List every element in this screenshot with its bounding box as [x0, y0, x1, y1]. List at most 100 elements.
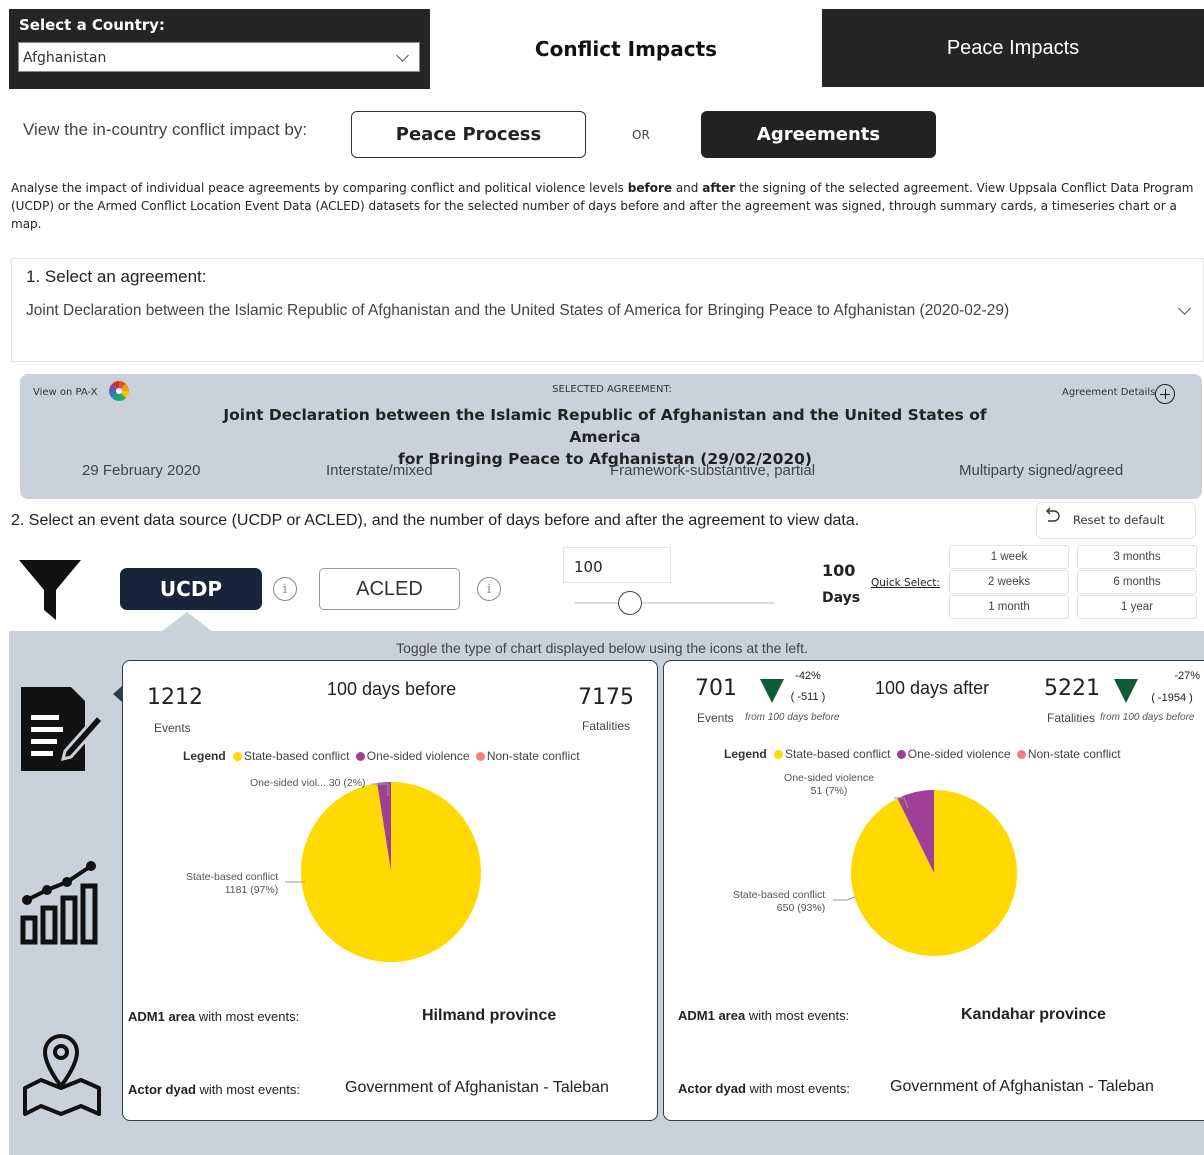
state-dot — [774, 749, 784, 759]
quick-select-label: Quick Select: — [871, 577, 940, 589]
expand-plus-icon[interactable] — [1155, 384, 1175, 404]
peace-process-button[interactable]: Peace Process — [351, 111, 586, 158]
intro-before: before — [627, 181, 673, 195]
agreements-button[interactable]: Agreements — [701, 111, 936, 158]
before-adm1-label: ADM1 area with most events: — [128, 1009, 299, 1024]
undo-icon[interactable] — [1042, 507, 1062, 525]
selected-agreement-title: Joint Declaration between the Islamic Re… — [190, 404, 1020, 470]
chevron-down-icon — [396, 49, 409, 62]
after-events-pct: -42% — [795, 670, 821, 682]
after-onesided-label: One-sided violence 51 (7%) — [770, 772, 888, 798]
intro-and: and — [672, 181, 703, 195]
country-dropdown[interactable]: Afghanistan — [18, 42, 420, 72]
quick-select-3-months[interactable]: 3 months — [1077, 545, 1197, 569]
after-adm1-value: Kandahar province — [961, 1006, 1106, 1023]
ucdp-button[interactable]: UCDP — [120, 568, 262, 610]
quick-select-1-week[interactable]: 1 week — [949, 545, 1069, 569]
view-on-pax-link[interactable]: View on PA-X — [33, 387, 98, 398]
pax-logo-icon[interactable] — [108, 380, 130, 402]
fatalities-decrease-icon — [1114, 679, 1138, 703]
after-fatalities-label: Fatalities — [1047, 711, 1096, 725]
onesided-dot — [896, 749, 906, 759]
adm1-bold: ADM1 area — [128, 1009, 196, 1024]
dyad-bold: Actor dyad — [128, 1082, 196, 1097]
acled-info-icon[interactable]: i — [477, 577, 501, 601]
after-onesided-label-2: 51 (7%) — [810, 785, 848, 797]
after-fatalities-from: from 100 days before — [1100, 712, 1195, 723]
quick-select-1-month[interactable]: 1 month — [949, 595, 1069, 619]
legend-nonstate: Non-state conflict — [486, 749, 580, 763]
legend-title: Legend — [724, 747, 767, 761]
title-line-1: Joint Declaration between the Islamic Re… — [223, 406, 987, 446]
after-state-label-2: 650 (93%) — [776, 902, 826, 914]
legend-title: Legend — [183, 749, 226, 763]
before-onesided-label: One-sided viol... 30 (2%) — [250, 777, 366, 789]
legend-onesided: One-sided violence — [907, 747, 1011, 761]
selected-agreement-label: SELECTED AGREEMENT: — [552, 384, 672, 395]
after-events-diff: ( -511 ) — [790, 691, 826, 703]
title-line-2: for Bringing Peace to Afghanistan (29/02… — [397, 450, 813, 468]
tab-peace-impacts[interactable]: Peace Impacts — [822, 9, 1204, 87]
after-slice-state-based-conflict[interactable] — [851, 790, 1017, 956]
quick-select-6-months[interactable]: 6 months — [1077, 570, 1197, 594]
after-onesided-leader — [894, 797, 909, 809]
days-input[interactable]: 100 — [563, 547, 671, 583]
after-fatalities-pct: -27% — [1174, 670, 1200, 682]
adm1-bold: ADM1 area — [678, 1008, 746, 1023]
after-legend: Legend State-based conflict One-sided vi… — [724, 747, 1121, 761]
dyad-bold: Actor dyad — [678, 1081, 746, 1096]
intro-after: after — [702, 181, 736, 195]
selected-source-pointer — [161, 612, 213, 632]
view-by-label: View the in-country conflict impact by: — [23, 120, 308, 139]
before-events-count: 1212 — [147, 685, 203, 710]
timeseries-chart-icon[interactable] — [19, 858, 105, 946]
agreement-details-label[interactable]: Agreement Details — [1062, 387, 1155, 398]
before-state-label-1: State-based conflict — [186, 871, 279, 883]
after-events-count: 701 — [695, 676, 737, 701]
or-label: OR — [632, 128, 650, 142]
after-events-from: from 100 days before — [745, 712, 840, 723]
country-value: Afghanistan — [23, 50, 107, 66]
before-events-label: Events — [154, 721, 191, 735]
after-onesided-label-1: One-sided violence — [784, 772, 874, 784]
state-dot — [233, 751, 243, 761]
legend-state: State-based conflict — [244, 749, 350, 763]
reset-label[interactable]: Reset to default — [1073, 513, 1164, 527]
adm1-rest: with most events: — [195, 1009, 300, 1024]
quick-select-2-weeks[interactable]: 2 weeks — [949, 570, 1069, 594]
quick-select-1-year[interactable]: 1 year — [1077, 595, 1197, 619]
before-slice-state-based-conflict[interactable] — [301, 782, 481, 962]
intro-part1: Analyse the impact of individual peace a… — [11, 181, 628, 195]
adm1-rest: with most events: — [745, 1008, 850, 1023]
agreement-dropdown[interactable]: Joint Declaration between the Islamic Re… — [26, 302, 1009, 320]
active-view-pointer — [113, 686, 122, 702]
dyad-rest: with most events: — [195, 1082, 300, 1097]
acled-button[interactable]: ACLED — [319, 568, 460, 610]
before-title: 100 days before — [327, 679, 457, 699]
summary-card-icon[interactable] — [19, 685, 105, 773]
agreement-signing: Multiparty signed/agreed — [959, 462, 1124, 479]
tab-conflict-impacts[interactable]: Conflict Impacts — [430, 9, 822, 89]
nonstate-dot — [1016, 749, 1026, 759]
after-state-label-1: State-based conflict — [733, 889, 826, 901]
after-dyad-value: Government of Afghanistan - Taleban — [890, 1078, 1154, 1095]
before-dyad-label: Actor dyad with most events: — [128, 1082, 300, 1097]
after-state-label: State-based conflict 650 (93%) — [733, 889, 825, 915]
legend-nonstate: Non-state conflict — [1027, 747, 1121, 761]
days-value: 100 — [822, 561, 856, 580]
step1-label: 1. Select an agreement: — [26, 267, 207, 286]
days-slider-track[interactable] — [574, 602, 774, 604]
ucdp-info-icon[interactable]: i — [273, 577, 297, 601]
days-slider-thumb[interactable] — [618, 591, 642, 615]
days-unit: Days — [822, 590, 861, 606]
toggle-note: Toggle the type of chart displayed below… — [396, 640, 808, 656]
step2-label: 2. Select an event data source (UCDP or … — [11, 512, 860, 529]
before-fatalities-label: Fatalities — [582, 719, 631, 733]
before-state-label-2: 1181 (97%) — [224, 884, 279, 896]
after-events-label: Events — [697, 711, 734, 725]
country-label: Select a Country: — [19, 16, 165, 34]
agreement-stage: Framework-substantive, partial — [610, 462, 816, 479]
map-pin-icon[interactable] — [19, 1030, 105, 1118]
before-dyad-value: Government of Afghanistan - Taleban — [345, 1079, 609, 1096]
days-input-value: 100 — [574, 558, 603, 576]
